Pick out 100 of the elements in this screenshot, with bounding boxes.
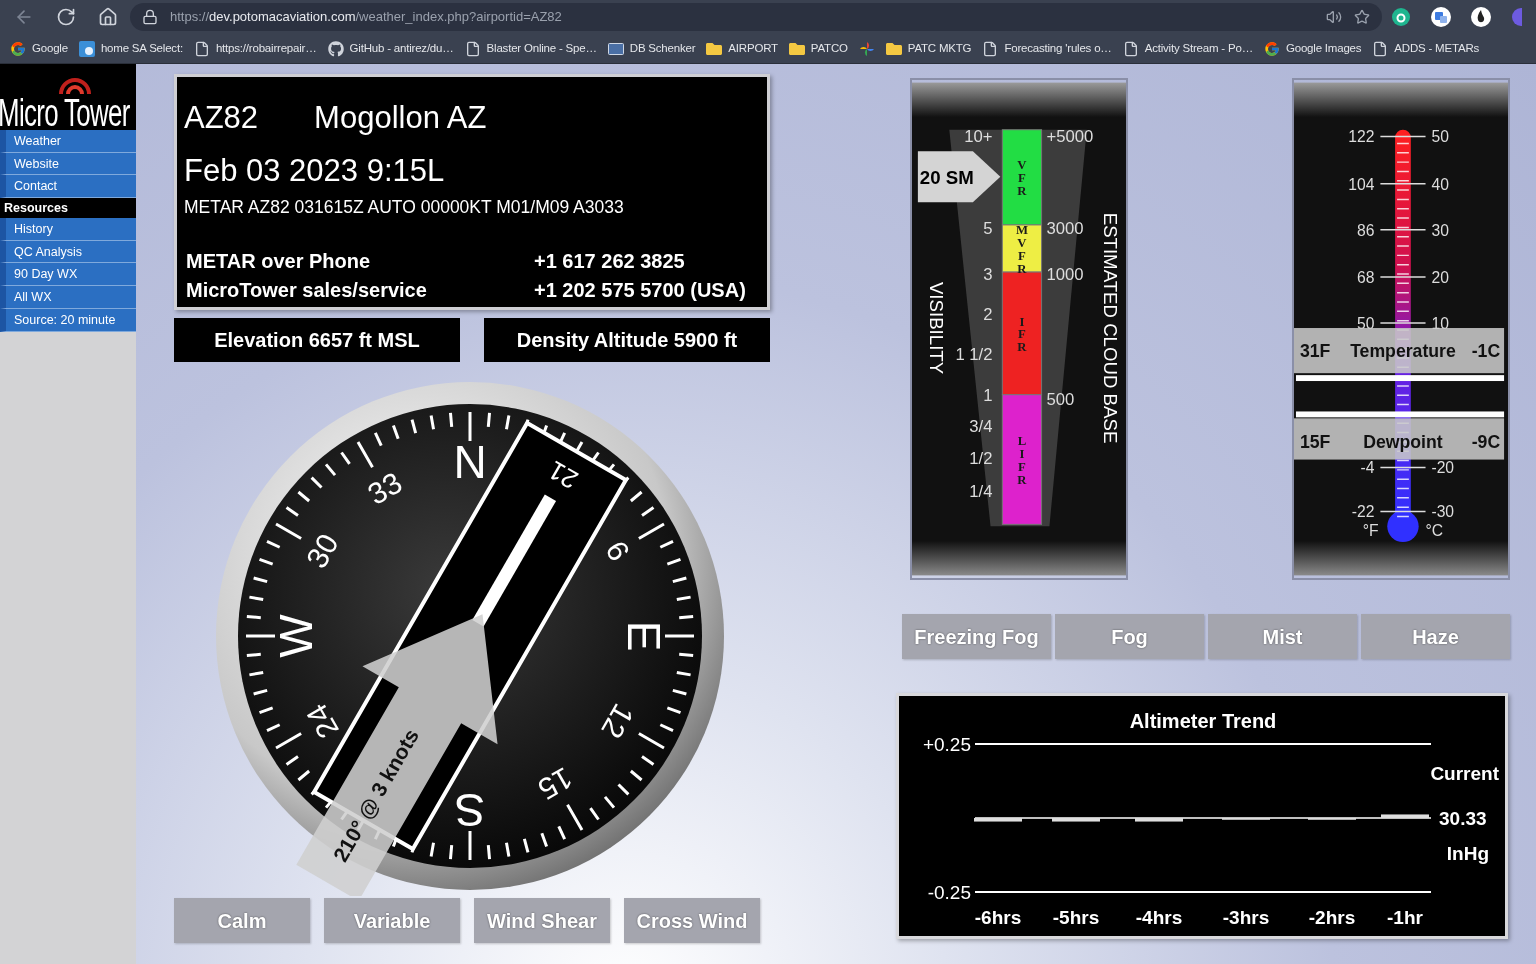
visibility-tick: 1 1/2 [955, 345, 993, 365]
category-text: IFR [1017, 314, 1027, 355]
compass-label: 30 [299, 528, 345, 574]
bookmark[interactable]: home SA Select: [78, 39, 183, 58]
trend-bar [974, 818, 1022, 822]
bookmark[interactable]: Forecasting 'rules o… [982, 39, 1112, 58]
signal-arcs-icon [59, 78, 91, 96]
pinwheel-icon [858, 40, 875, 57]
celsius-tick: 30 [1431, 221, 1449, 239]
folder-icon [885, 40, 902, 57]
compass-label: 15 [532, 761, 578, 807]
menu-item[interactable]: History [0, 218, 136, 241]
fahrenheit-tick: 104 [1348, 175, 1375, 193]
fahrenheit-tick: 86 [1357, 221, 1375, 239]
station-id: AZ82 [184, 101, 259, 135]
translate-icon[interactable] [1430, 6, 1452, 28]
bookmark-label: PATCO [810, 40, 848, 56]
lock-icon [142, 9, 158, 25]
visibility-tick: 1/2 [969, 449, 993, 469]
menu-item[interactable]: 90 Day WX [0, 263, 136, 287]
x-tick-label: -6hrs [974, 907, 1022, 928]
bookmark[interactable] [858, 40, 875, 57]
bookmark-label: Forecasting 'rules o… [1004, 40, 1112, 56]
reload-icon[interactable] [56, 7, 76, 27]
bookmark[interactable]: DB Schenker [607, 39, 696, 58]
page-icon [982, 40, 999, 57]
bookmark[interactable]: PATC MKTG [885, 39, 972, 58]
bookmark[interactable]: PATCO [788, 39, 848, 58]
compass-label: 24 [299, 698, 345, 744]
cloud-base-tick: 500 [1046, 389, 1075, 409]
observation-time: Feb 03 2023 9:15L [184, 154, 446, 188]
compass-label: W [270, 614, 323, 658]
bookmark[interactable]: GitHub - antirez/du… [327, 39, 454, 58]
pressure-unit: InHg [1446, 843, 1489, 864]
visibility-tick: 2 [983, 305, 993, 325]
db-icon [607, 40, 624, 57]
bookmark-label: GitHub - antirez/du… [349, 40, 454, 56]
trend-bar [1052, 818, 1100, 822]
reading-name: Dewpoint [1363, 431, 1443, 452]
bookmark[interactable]: Google Images [1263, 39, 1362, 58]
compass-label: 12 [595, 698, 641, 744]
bookmark-label: AIRPORT [728, 40, 778, 56]
celsius-tick: -20 [1431, 459, 1455, 477]
trend-bar [1135, 818, 1183, 822]
bookmark[interactable]: Google [10, 39, 68, 58]
celsius-tick: 10 [1431, 315, 1449, 332]
visibility-tick: 1/4 [969, 481, 993, 501]
fahrenheit-tick: 122 [1348, 128, 1375, 146]
reading-celsius: -1C [1471, 341, 1501, 362]
address-bar[interactable]: https://dev.potomacaviation.com/weather_index.php?airportid=AZ82 [130, 3, 1382, 31]
compass-label: 33 [362, 465, 408, 511]
compass-label: S [454, 783, 486, 836]
bookmark[interactable]: AIRPORT [706, 39, 778, 58]
compass-label: 6 [599, 535, 637, 567]
current-pressure: 30.33 [1439, 808, 1487, 829]
menu-item[interactable]: Website [0, 152, 136, 176]
menu-item[interactable]: All WX [0, 286, 136, 309]
menu-item[interactable]: Weather [0, 130, 136, 153]
x-tick-label: -1hr [1387, 907, 1423, 928]
runway-number: 21 [542, 454, 583, 496]
fahrenheit-tick: -22 [1351, 503, 1375, 521]
visibility-tick: 3 [983, 264, 993, 284]
bookmark[interactable]: Blaster Online - Spe… [464, 39, 597, 58]
fahrenheit-tick: 68 [1357, 268, 1375, 286]
trend-bar [1381, 814, 1429, 818]
google-icon [10, 40, 26, 57]
celsius-tick: 50 [1431, 128, 1449, 146]
extension-icon[interactable] [1390, 6, 1412, 28]
menu-item[interactable]: Contact [0, 175, 136, 199]
bookmark[interactable]: https://robairrepair… [193, 39, 317, 58]
home-icon[interactable] [98, 7, 118, 27]
bookmark[interactable]: ADDS - METARs [1372, 39, 1480, 58]
bookmark-label: Google [32, 40, 68, 56]
bookmark-label: Blaster Online - Spe… [486, 40, 597, 56]
cloud-base-tick: +5000 [1046, 127, 1094, 147]
y-tick-label: -0.25 [927, 882, 971, 903]
fahrenheit-tick: 50 [1357, 315, 1375, 332]
fahrenheit-unit: °F [1362, 522, 1379, 540]
read-aloud-icon[interactable] [1326, 9, 1342, 25]
celsius-tick: 20 [1431, 268, 1449, 286]
page-icon [1122, 40, 1139, 57]
page-icon [193, 40, 210, 57]
contact-phone: +1 202 575 5700 (USA) [534, 278, 746, 304]
bookmark-label: ADDS - METARs [1394, 40, 1480, 56]
favorite-icon[interactable] [1354, 9, 1370, 25]
compass-label: E [617, 620, 670, 652]
app-icon [78, 40, 95, 57]
folder-icon [706, 40, 723, 57]
celsius-tick: 40 [1431, 175, 1449, 193]
x-tick-label: -5hrs [1052, 907, 1100, 928]
bookmark[interactable]: Activity Stream - Po… [1122, 39, 1253, 58]
fahrenheit-tick: -4 [1360, 459, 1375, 477]
cloud-base-title: ESTIMATED CLOUD BASE [1100, 212, 1122, 444]
elevation-box: Elevation 6657 ft MSL [174, 318, 460, 362]
visibility-tick: 3/4 [969, 417, 993, 437]
logo[interactable]: Micro Tower [0, 64, 136, 130]
menu-item[interactable]: Source: 20 minute [0, 308, 136, 332]
x-tick-label: -4hrs [1135, 907, 1183, 928]
menu-item[interactable]: QC Analysis [0, 240, 136, 264]
x-tick-label: -3hrs [1222, 907, 1270, 928]
